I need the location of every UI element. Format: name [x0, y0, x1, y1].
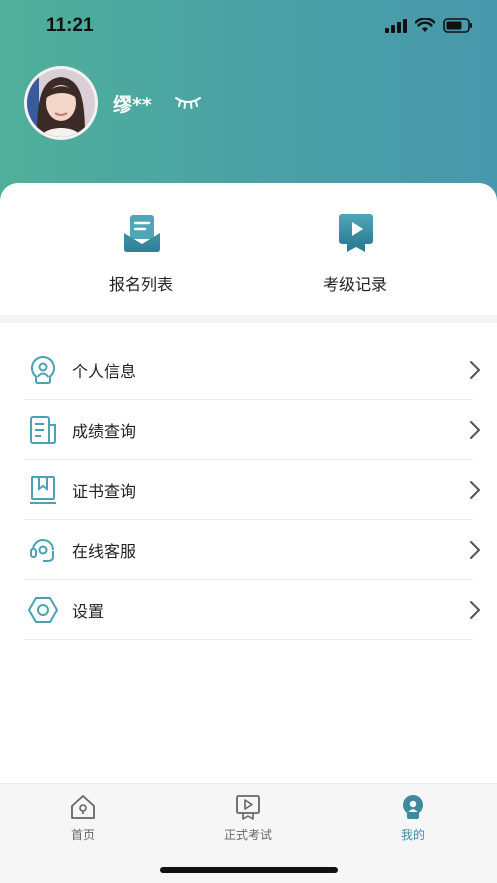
settings-menu: 个人信息 成绩查询 证书查询 在线客服 设置	[24, 340, 480, 640]
tab-mine[interactable]: 我的	[353, 794, 473, 844]
exam-records-button[interactable]: 考级记录	[280, 213, 430, 303]
signal-icon	[385, 18, 407, 33]
tab-label: 首页	[70, 828, 95, 842]
chevron-right-icon	[470, 481, 480, 499]
eye-closed-icon[interactable]	[174, 94, 202, 110]
menu-label: 个人信息	[72, 361, 137, 381]
battery-icon	[443, 18, 472, 33]
home-indicator	[160, 867, 338, 873]
registration-list-button[interactable]: 报名列表	[66, 213, 216, 303]
menu-label: 设置	[72, 601, 105, 621]
registration-list-label: 报名列表	[108, 275, 173, 294]
headset-icon	[30, 538, 54, 562]
menu-item-online-service[interactable]: 在线客服	[24, 520, 480, 580]
video-play-icon	[339, 214, 373, 252]
avatar-portrait	[27, 69, 95, 137]
chevron-right-icon	[470, 421, 480, 439]
status-icons	[385, 18, 473, 33]
menu-label: 证书查询	[72, 481, 137, 501]
quick-actions-card: 报名列表 考级记录	[0, 183, 497, 315]
profile-icon	[403, 795, 423, 819]
menu-item-certificate-query[interactable]: 证书查询	[24, 460, 480, 520]
tab-label: 正式考试	[223, 828, 272, 842]
section-divider	[0, 315, 497, 323]
hexagon-gear-icon	[28, 596, 58, 623]
home-icon	[71, 795, 95, 819]
tab-home[interactable]: 首页	[23, 794, 143, 844]
chevron-right-icon	[470, 601, 480, 619]
exam-records-label: 考级记录	[322, 275, 387, 294]
certificate-book-icon	[30, 475, 56, 504]
wifi-icon	[415, 18, 435, 32]
tab-label: 我的	[400, 828, 425, 842]
status-bar: 11:21	[0, 0, 497, 54]
menu-item-personal-info[interactable]: 个人信息	[24, 340, 480, 400]
envelope-list-icon	[124, 215, 160, 252]
avatar[interactable]	[24, 66, 98, 140]
username: 缪**	[113, 94, 152, 116]
exam-play-icon	[236, 795, 260, 820]
menu-item-score-query[interactable]: 成绩查询	[24, 400, 480, 460]
document-icon	[30, 415, 56, 444]
chevron-right-icon	[470, 541, 480, 559]
bulb-person-icon	[31, 355, 55, 384]
menu-label: 成绩查询	[72, 421, 137, 441]
chevron-right-icon	[470, 361, 480, 379]
menu-item-settings[interactable]: 设置	[24, 580, 480, 640]
status-time: 11:21	[46, 15, 94, 36]
tab-formal-exam[interactable]: 正式考试	[188, 794, 308, 844]
menu-label: 在线客服	[72, 541, 137, 561]
